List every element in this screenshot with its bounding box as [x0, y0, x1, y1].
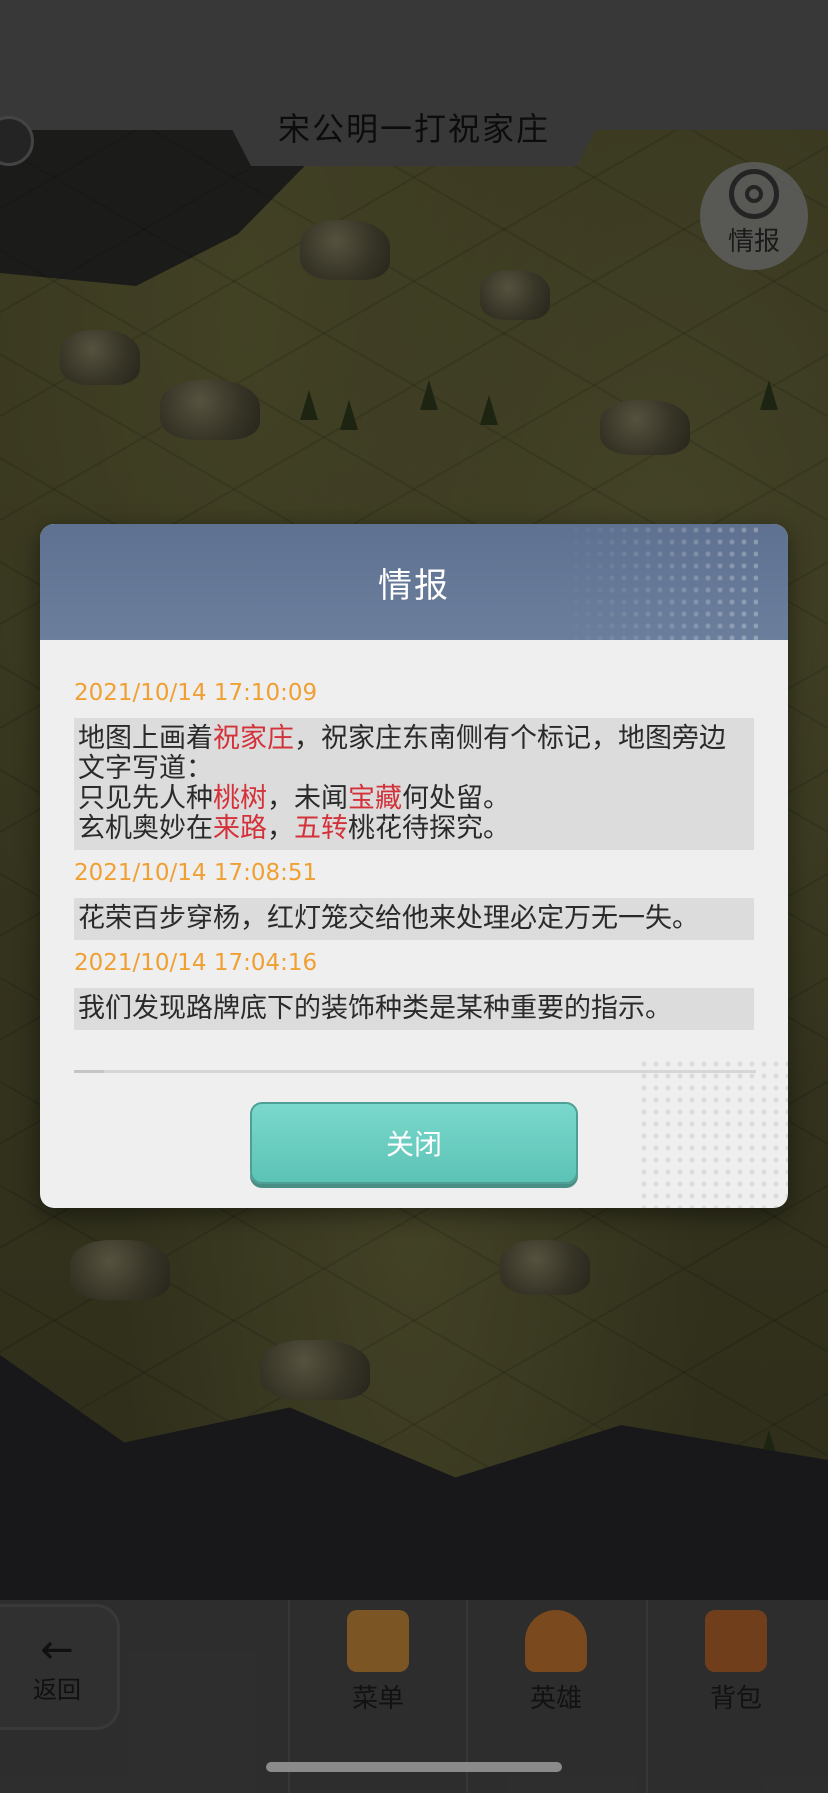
entry-text-segment: ，未闻 — [267, 783, 348, 814]
entry-text-segment: 桃花待探究。 — [348, 813, 510, 844]
entry-text-segment: 玄机奥妙在 — [78, 813, 213, 844]
entry-timestamp: 2021/10/14 17:08:51 — [74, 860, 318, 886]
entry-text-segment: 只见先人种 — [78, 783, 213, 814]
highlight-keyword: 五转 — [294, 813, 348, 844]
entry-text-segment: 花荣百步穿杨，红灯笼交给他来处理必定万无一失。 — [78, 903, 699, 934]
entry-text-segment: ， — [267, 813, 294, 844]
entry-line: 地图上画着祝家庄，祝家庄东南侧有个标记，地图旁边文字写道： — [78, 724, 750, 784]
entry-line: 玄机奥妙在来路，五转桃花待探究。 — [78, 814, 750, 844]
entry-line: 我们发现路牌底下的装饰种类是某种重要的指示。 — [78, 994, 750, 1024]
entry-message: 我们发现路牌底下的装饰种类是某种重要的指示。 — [74, 988, 754, 1030]
highlight-keyword: 来路 — [213, 813, 267, 844]
highlight-keyword: 桃树 — [213, 783, 267, 814]
entry-message: 花荣百步穿杨，红灯笼交给他来处理必定万无一失。 — [74, 898, 754, 940]
highlight-keyword: 宝藏 — [348, 783, 402, 814]
entry-line: 只见先人种桃树，未闻宝藏何处留。 — [78, 784, 750, 814]
entry-line: 花荣百步穿杨，红灯笼交给他来处理必定万无一失。 — [78, 904, 750, 934]
highlight-keyword: 祝家庄 — [213, 723, 294, 754]
dialog-header: 情报 — [40, 524, 788, 640]
dialog-title: 情报 — [378, 565, 450, 606]
intel-dialog: 情报 2021/10/14 17:10:09 地图上画着祝家庄，祝家庄东南侧有个标… — [40, 524, 788, 1208]
entry-text-segment: 我们发现路牌底下的装饰种类是某种重要的指示。 — [78, 993, 672, 1024]
dialog-dot-pattern — [638, 1058, 788, 1208]
entry-timestamp: 2021/10/14 17:04:16 — [74, 950, 318, 976]
entry-text-segment: 何处留。 — [402, 783, 510, 814]
entry-message: 地图上画着祝家庄，祝家庄东南侧有个标记，地图旁边文字写道： 只见先人种桃树，未闻宝… — [74, 718, 754, 850]
entry-timestamp: 2021/10/14 17:10:09 — [74, 680, 318, 706]
entry-text-segment: 地图上画着 — [78, 723, 213, 754]
home-indicator[interactable] — [266, 1762, 562, 1772]
close-button-label: 关闭 — [385, 1128, 442, 1161]
intel-log-list[interactable]: 2021/10/14 17:10:09 地图上画着祝家庄，祝家庄东南侧有个标记，地… — [40, 640, 788, 1080]
close-button[interactable]: 关闭 — [250, 1102, 578, 1184]
